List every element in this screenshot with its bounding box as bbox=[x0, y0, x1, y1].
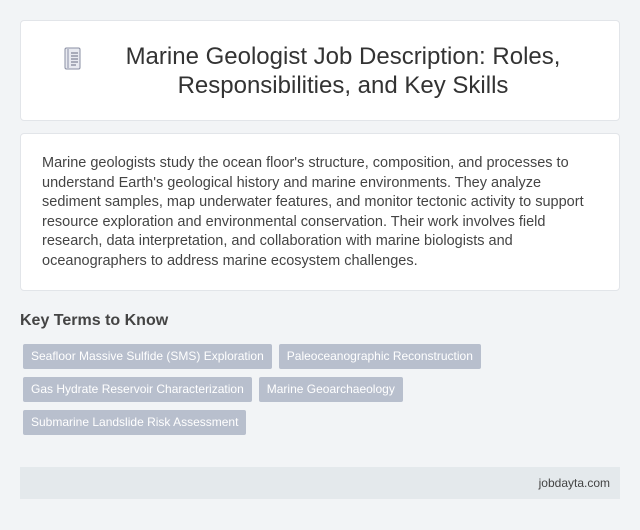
title-card: Marine Geologist Job Description: Roles,… bbox=[20, 20, 620, 121]
footer: jobdayta.com bbox=[20, 467, 620, 499]
footer-site-link[interactable]: jobdayta.com bbox=[539, 476, 610, 490]
description-card: Marine geologists study the ocean floor'… bbox=[20, 133, 620, 291]
key-terms-heading: Key Terms to Know bbox=[20, 312, 169, 329]
key-term-tag[interactable]: Gas Hydrate Reservoir Characterization bbox=[23, 377, 252, 402]
title-wrap: Marine Geologist Job Description: Roles,… bbox=[21, 42, 619, 100]
key-term-tag[interactable]: Seafloor Massive Sulfide (SMS) Explorati… bbox=[23, 344, 272, 369]
page-title: Marine Geologist Job Description: Roles,… bbox=[125, 42, 561, 99]
key-terms-list: Seafloor Massive Sulfide (SMS) Explorati… bbox=[23, 344, 603, 443]
key-term-tag[interactable]: Marine Geoarchaeology bbox=[258, 377, 403, 402]
description-text: Marine geologists study the ocean floor'… bbox=[42, 155, 584, 269]
key-term-tag[interactable]: Paleoceanographic Reconstruction bbox=[278, 344, 481, 369]
page: Marine Geologist Job Description: Roles,… bbox=[0, 0, 640, 530]
document-icon bbox=[62, 46, 84, 72]
key-term-tag[interactable]: Submarine Landslide Risk Assessment bbox=[23, 410, 247, 435]
tag-row: Gas Hydrate Reservoir Characterization M… bbox=[23, 377, 603, 402]
tag-row: Seafloor Massive Sulfide (SMS) Explorati… bbox=[23, 344, 603, 369]
tag-row: Submarine Landslide Risk Assessment bbox=[23, 410, 603, 435]
